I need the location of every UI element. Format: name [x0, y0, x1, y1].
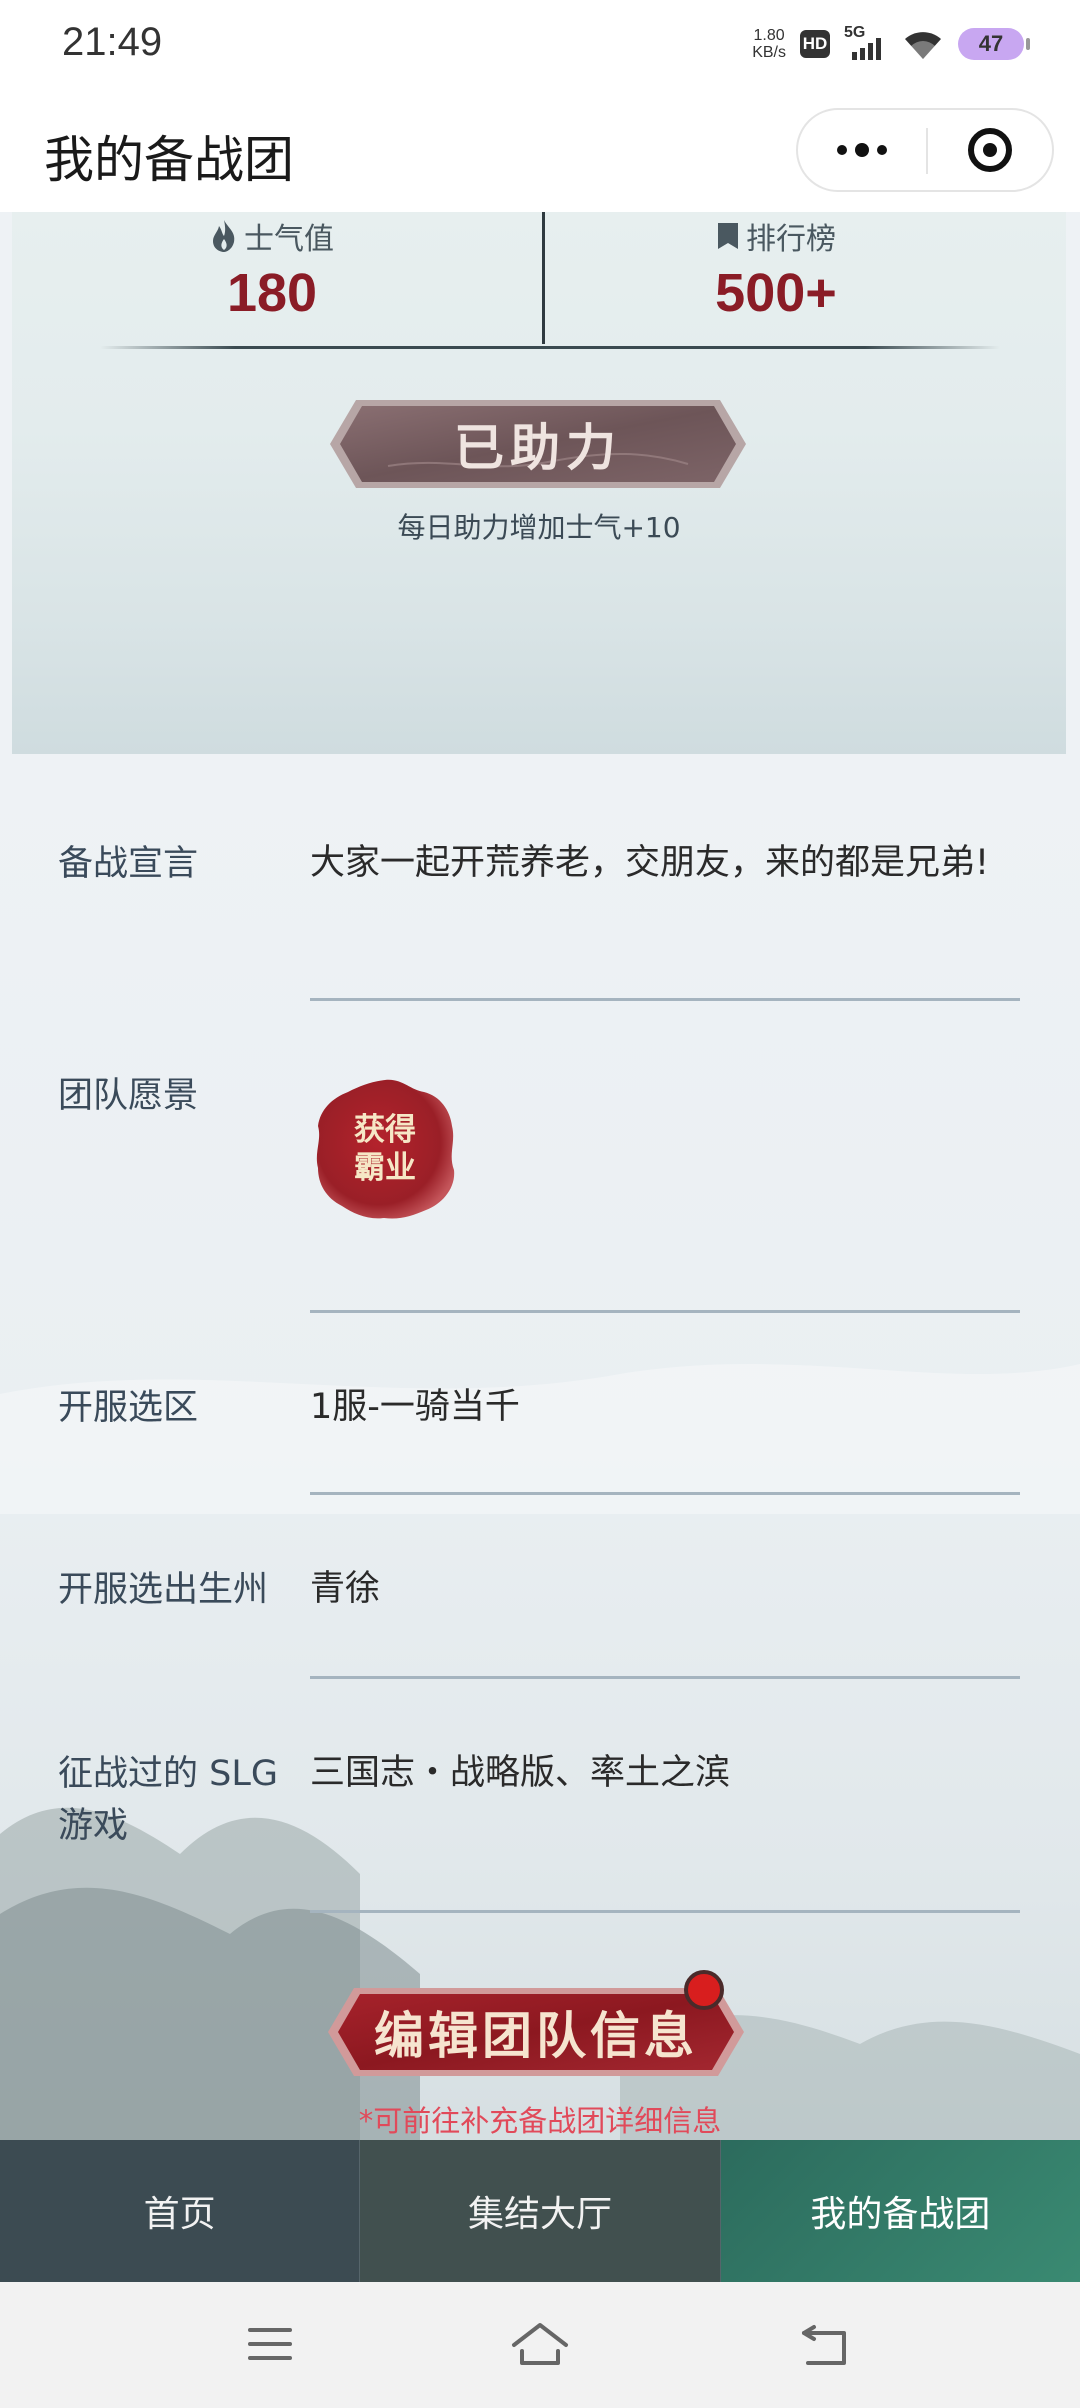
row-divider	[310, 998, 1020, 1001]
network-speed-unit: KB/s	[752, 44, 786, 61]
battery-icon: 47	[958, 28, 1030, 60]
target-circle-icon	[968, 128, 1012, 172]
network-speed: 1.80 KB/s	[752, 27, 786, 61]
declaration-label: 备战宣言	[58, 844, 199, 884]
server-value: 1服-一骑当千	[310, 1387, 520, 1427]
seal-text: 获得 霸业	[310, 1074, 460, 1224]
rank-value: 500+	[715, 263, 837, 323]
row-divider	[310, 1492, 1020, 1495]
notification-dot	[684, 1970, 724, 2010]
morale-label: 士气值	[244, 222, 334, 257]
edit-button-label: 编辑团队信息	[374, 2006, 698, 2065]
morale-stat: 士气值 180	[12, 212, 532, 324]
battery-level: 47	[978, 31, 1004, 56]
more-button[interactable]	[798, 110, 926, 190]
more-dots-icon-center	[855, 143, 869, 157]
row-divider	[310, 1676, 1020, 1679]
status-icons: 1.80 KB/s HD 5G 47	[752, 22, 1030, 66]
helped-button-label: 已助力	[454, 418, 622, 477]
miniprogram-capsule	[796, 108, 1054, 192]
morale-value: 180	[226, 263, 318, 323]
slg-value: 三国志・战略版、率土之滨	[310, 1753, 731, 1793]
tab-home[interactable]: 首页	[0, 2140, 361, 2282]
row-divider	[310, 1910, 1020, 1913]
more-dots-icon-right	[877, 145, 887, 155]
home-button[interactable]	[500, 2312, 580, 2376]
wifi-icon	[905, 32, 941, 59]
bottom-tab-bar: 首页 集结大厅 我的备战团	[0, 2140, 1080, 2282]
rank-label: 排行榜	[746, 222, 836, 257]
system-nav-bar	[0, 2282, 1080, 2408]
vision-label: 团队愿景	[58, 1076, 199, 1116]
edit-team-info-button[interactable]: 编辑团队信息	[326, 1970, 746, 2088]
slg-label: 征战过的 SLG 游戏	[58, 1754, 278, 1846]
flame-icon	[213, 220, 235, 252]
more-dots-icon	[837, 145, 847, 155]
team-stats-card: 士气值 180 排行榜 500+ 已助力 每日助力增加士气+10	[12, 212, 1066, 754]
signal-icon: 5G	[844, 24, 888, 62]
bookmark-icon	[718, 223, 738, 249]
rank-label-row: 排行榜	[546, 214, 1006, 258]
status-bar: 21:49 1.80 KB/s HD 5G 47	[0, 0, 1080, 86]
menu-icon	[248, 2328, 292, 2360]
tab-gathering-hall[interactable]: 集结大厅	[360, 2140, 721, 2282]
state-label: 开服选出生州	[58, 1570, 269, 1610]
back-button[interactable]	[786, 2312, 866, 2376]
clock: 21:49	[62, 20, 163, 64]
edit-hint: *可前往补充备战团详细信息	[358, 2104, 722, 2138]
ink-landscape-bg	[0, 1364, 1080, 2140]
morale-label-row: 士气值	[12, 214, 532, 258]
page-title: 我的备战团	[44, 131, 294, 189]
state-value: 青徐	[310, 1569, 381, 1609]
hero-divider-line	[100, 346, 1000, 349]
helped-button[interactable]: 已助力	[328, 396, 748, 492]
close-button[interactable]	[928, 110, 1052, 190]
row-divider	[310, 1310, 1020, 1313]
home-icon	[512, 2323, 568, 2365]
server-label: 开服选区	[58, 1388, 199, 1428]
seal-line-1: 获得	[354, 1112, 416, 1148]
network-speed-value: 1.80	[753, 27, 785, 44]
stat-divider	[542, 212, 545, 344]
menu-button[interactable]	[230, 2312, 310, 2376]
hd-icon: HD	[800, 30, 830, 58]
team-info-section: 备战宣言 大家一起开荒养老，交朋友，来的都是兄弟! 团队愿景 获得 霸业 开服选…	[0, 754, 1080, 2140]
tab-my-team[interactable]: 我的备战团	[720, 2140, 1080, 2282]
seal-line-2: 霸业	[354, 1150, 416, 1186]
title-bar: 我的备战团	[0, 86, 1080, 212]
declaration-value: 大家一起开荒养老，交朋友，来的都是兄弟!	[310, 843, 990, 883]
helped-hint: 每日助力增加士气+10	[397, 511, 681, 544]
vision-seal: 获得 霸业	[310, 1074, 460, 1224]
back-icon	[802, 2325, 846, 2365]
rank-stat[interactable]: 排行榜 500+	[546, 212, 1006, 324]
